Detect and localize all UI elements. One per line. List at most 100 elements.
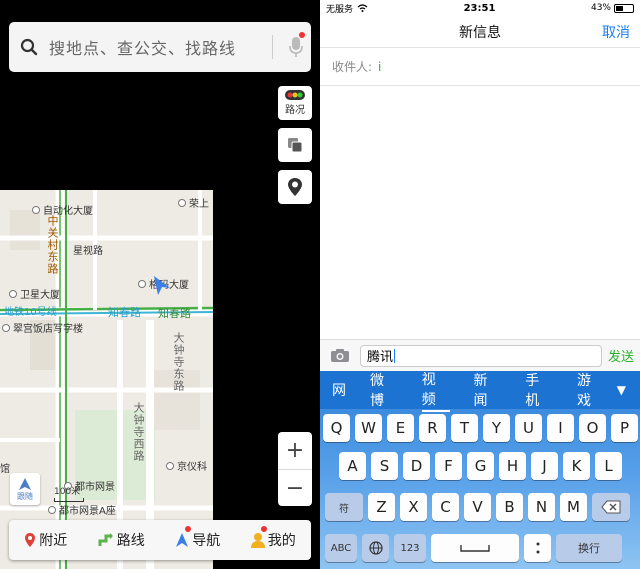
candidate-word[interactable]: 微博 <box>370 371 398 410</box>
candidate-word[interactable]: 新闻 <box>474 371 502 410</box>
poi-pin-icon <box>138 279 146 288</box>
poi-label: 翠宫饭店写字楼 <box>13 324 83 335</box>
tab-nearby[interactable]: 附近 <box>24 530 67 550</box>
poi-pin-icon <box>32 205 40 214</box>
poi-label: 地铁10号线 <box>4 307 57 318</box>
zoom-out-button[interactable]: − <box>278 469 312 506</box>
metro-line-label: 地铁10号线 <box>4 303 57 318</box>
key[interactable]: W <box>355 414 382 442</box>
key[interactable]: X <box>400 493 427 521</box>
key[interactable]: C <box>432 493 459 521</box>
key[interactable]: H <box>499 452 526 480</box>
key[interactable]: I <box>547 414 574 442</box>
symbol-key[interactable]: 符 <box>325 493 363 521</box>
poi-label: 荣上 <box>189 199 209 210</box>
key[interactable]: A <box>339 452 366 480</box>
navigate-arrow-icon <box>176 533 189 547</box>
key[interactable]: K <box>563 452 590 480</box>
key[interactable]: F <box>435 452 462 480</box>
candidate-word[interactable]: 手机 <box>525 371 553 410</box>
space-key[interactable] <box>431 534 519 562</box>
tab-mine-label: 我的 <box>267 533 296 549</box>
send-button[interactable]: 发送 <box>608 346 634 365</box>
scale-label: 100米 <box>54 487 81 497</box>
number-key[interactable]: 123 <box>394 534 426 562</box>
key[interactable]: R <box>419 414 446 442</box>
message-input-text: 腾讯 <box>367 350 394 365</box>
key[interactable]: N <box>528 493 555 521</box>
poi-rongshang[interactable]: 荣上 <box>178 195 209 210</box>
follow-button[interactable]: 跟随 <box>10 473 40 505</box>
user-icon <box>250 533 265 548</box>
punctuation-key[interactable] <box>524 534 551 562</box>
candidate-word[interactable]: 网 <box>332 380 346 400</box>
zhichun-road-label-2: 知春路 <box>158 305 191 321</box>
keyboard-row-3: 符 Z X C V B N M <box>325 493 635 521</box>
traffic-button[interactable]: 路况 <box>278 86 312 120</box>
zoom-in-button[interactable]: + <box>278 432 312 469</box>
traffic-light-icon <box>285 90 305 100</box>
candidate-word[interactable]: 游戏 <box>577 371 605 410</box>
key[interactable]: U <box>515 414 542 442</box>
recipient-cursor: i <box>378 59 382 74</box>
backspace-key[interactable] <box>592 493 630 521</box>
poi-automation-building[interactable]: 自动化大厦 <box>32 202 93 217</box>
street-dazhongsi-east: 大钟寺东路 <box>172 332 185 392</box>
tab-route[interactable]: 路线 <box>98 530 145 550</box>
globe-icon <box>368 541 383 555</box>
tab-mine[interactable]: 我的 <box>250 526 296 550</box>
key[interactable]: E <box>387 414 414 442</box>
map-app: 搜地点、查公交、找路线 路况 自动化大厦 荣上 星视路 格玛大厦 卫星大厦 地铁… <box>0 0 318 569</box>
poi-pin-icon <box>48 505 56 514</box>
key[interactable]: Z <box>368 493 395 521</box>
key[interactable]: T <box>451 414 478 442</box>
map-search-bar[interactable]: 搜地点、查公交、找路线 <box>9 22 311 72</box>
space-icon <box>460 545 490 552</box>
message-input[interactable]: 腾讯 <box>360 344 602 367</box>
key[interactable]: Q <box>323 414 350 442</box>
poi-cuigong-hotel[interactable]: 翠宫饭店写字楼 <box>2 320 83 335</box>
key[interactable]: J <box>531 452 558 480</box>
recipient-field[interactable]: 收件人: i <box>320 48 640 86</box>
tab-navigate-label: 导航 <box>192 533 221 549</box>
key[interactable]: M <box>560 493 587 521</box>
key[interactable]: S <box>371 452 398 480</box>
poi-label: 知春路 <box>158 307 191 320</box>
globe-key[interactable] <box>362 534 389 562</box>
key[interactable]: D <box>403 452 430 480</box>
follow-label: 跟随 <box>17 491 33 501</box>
tab-navigate[interactable]: 导航 <box>175 526 221 550</box>
abc-key[interactable]: ABC <box>325 534 357 562</box>
poi-satellite-building[interactable]: 卫星大厦 <box>9 286 60 301</box>
key[interactable]: L <box>595 452 622 480</box>
keyboard-row-2: A S D F G H J K L <box>339 452 627 480</box>
camera-icon <box>331 349 349 362</box>
key[interactable]: O <box>579 414 606 442</box>
backspace-icon <box>601 500 621 514</box>
key[interactable]: P <box>611 414 638 442</box>
map-view[interactable]: 自动化大厦 荣上 星视路 格玛大厦 卫星大厦 地铁10号线 知春路 知春路 翠宫… <box>0 190 213 569</box>
key[interactable]: V <box>464 493 491 521</box>
cancel-button[interactable]: 取消 <box>602 22 630 42</box>
key[interactable]: Y <box>483 414 510 442</box>
status-time: 23:51 <box>463 2 496 14</box>
return-key[interactable]: 换行 <box>556 534 622 562</box>
candidate-word[interactable]: 视频 <box>421 371 450 412</box>
camera-button[interactable] <box>320 348 360 363</box>
keyboard-row-4: ABC 123 换行 <box>325 534 627 562</box>
poi-label: 星视路 <box>73 246 103 257</box>
voice-search-button[interactable] <box>281 32 311 58</box>
recipient-label: 收件人: <box>332 60 373 74</box>
voice-badge-dot <box>299 32 305 38</box>
key[interactable]: B <box>496 493 523 521</box>
keyboard-collapse-icon[interactable]: ▼ <box>617 383 626 397</box>
location-pin-button[interactable] <box>278 170 312 204</box>
poi-jingyi[interactable]: 京仪科 <box>166 458 207 473</box>
traffic-label: 路况 <box>285 105 305 116</box>
poi-dushi-wangjing-a[interactable]: 都市网景A座 <box>48 502 116 517</box>
route-icon <box>98 533 113 546</box>
key[interactable]: G <box>467 452 494 480</box>
layers-button[interactable] <box>278 128 312 162</box>
scale-bar <box>54 498 84 502</box>
poi-pin-icon <box>166 461 174 470</box>
